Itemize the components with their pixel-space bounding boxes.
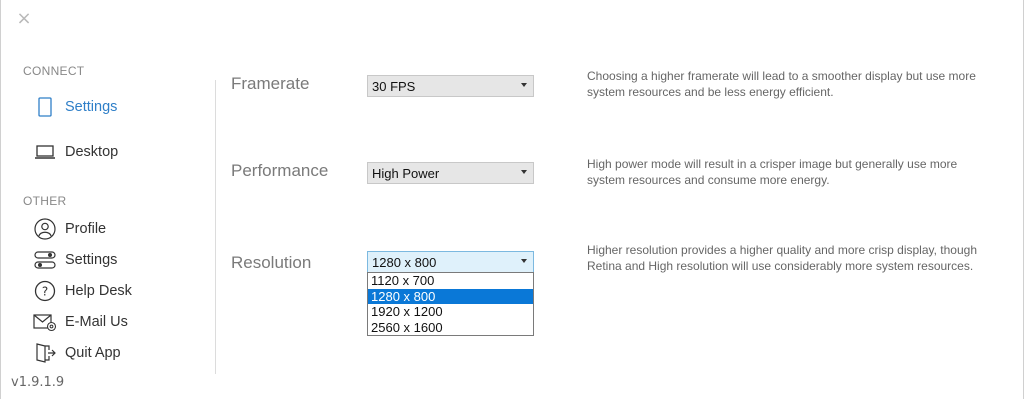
resolution-dropdown-list: 1120 x 700 1280 x 800 1920 x 1200 2560 x… xyxy=(367,272,534,336)
sidebar-item-label: Settings xyxy=(65,252,118,268)
sidebar-item-label: Profile xyxy=(65,221,107,237)
framerate-select[interactable]: 30 FPS xyxy=(367,75,534,97)
framerate-description: Choosing a higher framerate will lead to… xyxy=(587,69,976,99)
framerate-label: Framerate xyxy=(231,74,310,93)
sidebar-item-label: E-Mail Us xyxy=(65,314,128,330)
resolution-select[interactable]: 1280 x 800 xyxy=(367,251,534,273)
chevron-down-icon xyxy=(521,83,527,87)
user-icon xyxy=(33,217,57,241)
performance-description: High power mode will result in a crisper… xyxy=(587,157,958,187)
performance-label: Performance xyxy=(231,161,329,180)
sidebar-item-desktop[interactable]: Desktop xyxy=(33,140,118,164)
sidebar-item-label: Quit App xyxy=(65,345,121,361)
help-icon: ? xyxy=(33,279,57,303)
chevron-down-icon xyxy=(521,259,527,263)
performance-value: High Power xyxy=(372,165,440,181)
resolution-option[interactable]: 2560 x 1600 xyxy=(368,320,533,336)
sidebar-item-label: Desktop xyxy=(65,144,119,160)
sidebar-item-settings[interactable]: Settings xyxy=(33,248,117,272)
sliders-icon xyxy=(33,248,57,272)
sidebar-divider xyxy=(215,80,216,374)
section-title-connect: CONNECT xyxy=(23,64,85,78)
sidebar-item-help-desk[interactable]: ? Help Desk xyxy=(33,279,132,303)
chevron-down-icon xyxy=(521,170,527,174)
sidebar-item-label: Help Desk xyxy=(65,283,132,299)
resolution-description: Higher resolution provides a higher qual… xyxy=(587,243,977,273)
framerate-value: 30 FPS xyxy=(372,78,416,94)
sidebar-item-email[interactable]: E-Mail Us xyxy=(33,310,128,334)
sidebar-item-quit[interactable]: Quit App xyxy=(33,341,121,365)
sidebar-item-label: Settings xyxy=(65,99,118,115)
sidebar-item-settings-connect[interactable]: Settings xyxy=(33,95,117,119)
version-label: v1.9.1.9 xyxy=(11,375,65,390)
exit-icon xyxy=(33,341,57,365)
resolution-value: 1280 x 800 xyxy=(372,254,437,270)
sidebar-item-profile[interactable]: Profile xyxy=(33,217,106,241)
resolution-option[interactable]: 1120 x 700 xyxy=(368,273,533,289)
mail-icon xyxy=(33,310,57,334)
resolution-option-selected[interactable]: 1280 x 800 xyxy=(368,288,533,304)
device-icon xyxy=(33,95,57,119)
sidebar: CONNECT Settings Desktop OTHER Profile S xyxy=(1,0,215,399)
section-title-other: OTHER xyxy=(23,194,67,208)
app-window: × CONNECT Settings Desktop OTHER Profile xyxy=(0,0,1024,399)
laptop-icon xyxy=(33,140,57,164)
performance-select[interactable]: High Power xyxy=(367,162,534,184)
resolution-label: Resolution xyxy=(231,253,312,272)
svg-text:?: ? xyxy=(42,285,48,299)
resolution-option[interactable]: 1920 x 1200 xyxy=(368,304,533,320)
